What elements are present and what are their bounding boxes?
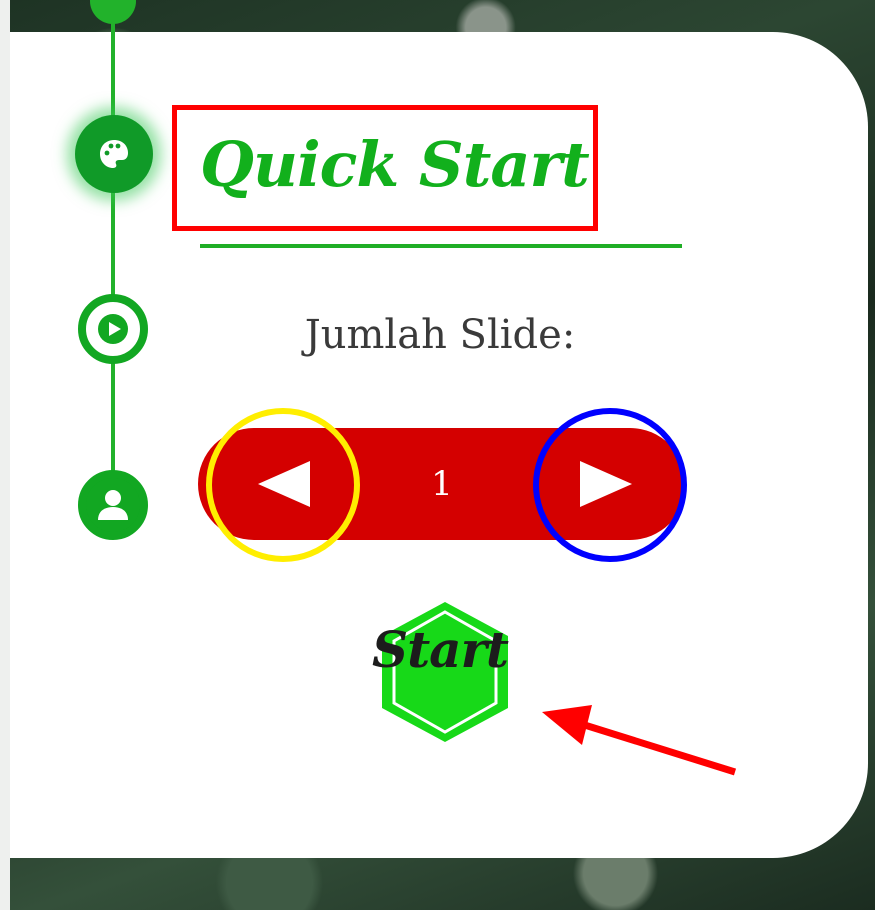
increment-highlight-annotation (533, 408, 687, 562)
decrement-highlight-annotation (206, 408, 360, 562)
start-button-label: Start (371, 620, 509, 679)
start-button[interactable]: Start (350, 600, 530, 745)
timeline-step-palette[interactable] (75, 115, 153, 193)
palette-icon (100, 140, 128, 168)
play-icon (98, 314, 128, 344)
user-icon (86, 478, 140, 532)
timeline-line (111, 0, 115, 505)
timeline-step-play[interactable] (78, 294, 148, 364)
page-title: Quick Start (200, 128, 590, 201)
slide-count-label: Jumlah Slide: (304, 312, 576, 358)
slide-count-value: 1 (431, 464, 453, 504)
arrow-annotation-icon (542, 705, 737, 776)
title-underline (200, 244, 682, 248)
timeline-step-user[interactable] (78, 470, 148, 540)
